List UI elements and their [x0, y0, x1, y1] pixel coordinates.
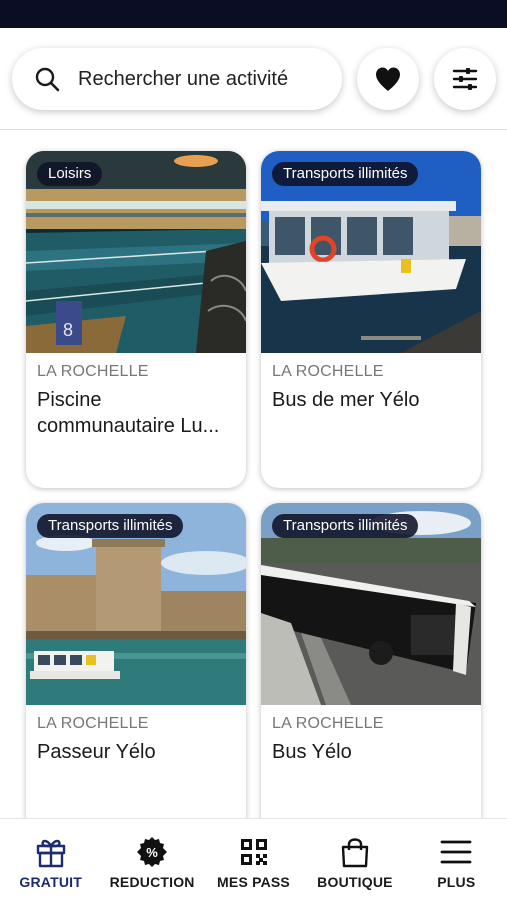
search-bar[interactable]: Rechercher une activité: [12, 48, 342, 110]
category-tag: Transports illimités: [272, 514, 419, 538]
card-city: LA ROCHELLE: [272, 715, 384, 732]
nav-item-gratuit[interactable]: GRATUIT: [0, 819, 101, 900]
nav-item-mes-pass[interactable]: MES PASS: [203, 819, 304, 900]
filters-button[interactable]: [434, 48, 496, 110]
search-icon: [35, 67, 60, 92]
category-tag: Loisirs: [37, 162, 103, 186]
heart-icon: [376, 67, 400, 91]
sliders-icon: [452, 68, 478, 90]
search-header: Rechercher une activité: [0, 28, 507, 130]
card-city: LA ROCHELLE: [37, 715, 149, 732]
bottom-navigation: GRATUIT % REDUCTION MES PASS BOUTIQUE PL…: [0, 818, 507, 900]
activity-card[interactable]: Transports illimités LA ROCHELLE Bus Yél…: [261, 503, 481, 818]
status-bar: [0, 0, 507, 28]
card-city: LA ROCHELLE: [272, 363, 384, 380]
nav-label: BOUTIQUE: [317, 874, 393, 890]
activity-card[interactable]: Transports illimités LA ROCHELLE Bus de …: [261, 151, 481, 488]
nav-item-reduction[interactable]: % REDUCTION: [101, 819, 202, 900]
card-title: Bus Yélo: [272, 741, 352, 763]
card-title: Passeur Yélo: [37, 741, 156, 763]
favorites-button[interactable]: [357, 48, 419, 110]
category-tag: Transports illimités: [272, 162, 419, 186]
activity-card[interactable]: 8 Loisirs LA ROCHELLE Piscine communauta…: [26, 151, 246, 488]
qr-code-icon: [237, 835, 271, 869]
nav-label: REDUCTION: [109, 874, 195, 890]
activity-grid: 8 Loisirs LA ROCHELLE Piscine communauta…: [0, 131, 507, 818]
search-label: Rechercher une activité: [78, 67, 289, 90]
nav-label: PLUS: [437, 874, 476, 890]
activity-card[interactable]: Transports illimités LA ROCHELLE Passeur…: [26, 503, 246, 818]
card-title: Piscine communautaire Lu...: [37, 389, 220, 437]
svg-text:%: %: [146, 845, 158, 860]
nav-item-boutique[interactable]: BOUTIQUE: [304, 819, 405, 900]
nav-label: MES PASS: [217, 874, 290, 890]
card-city: LA ROCHELLE: [37, 363, 149, 380]
menu-icon: [439, 835, 473, 869]
nav-item-plus[interactable]: PLUS: [406, 819, 507, 900]
nav-label: GRATUIT: [19, 874, 82, 890]
discount-badge-icon: %: [135, 835, 169, 869]
category-tag: Transports illimités: [37, 514, 184, 538]
shopping-bag-icon: [338, 835, 372, 869]
card-title: Bus de mer Yélo: [272, 389, 420, 411]
gift-icon: [34, 835, 68, 869]
svg-text:8: 8: [63, 320, 73, 340]
